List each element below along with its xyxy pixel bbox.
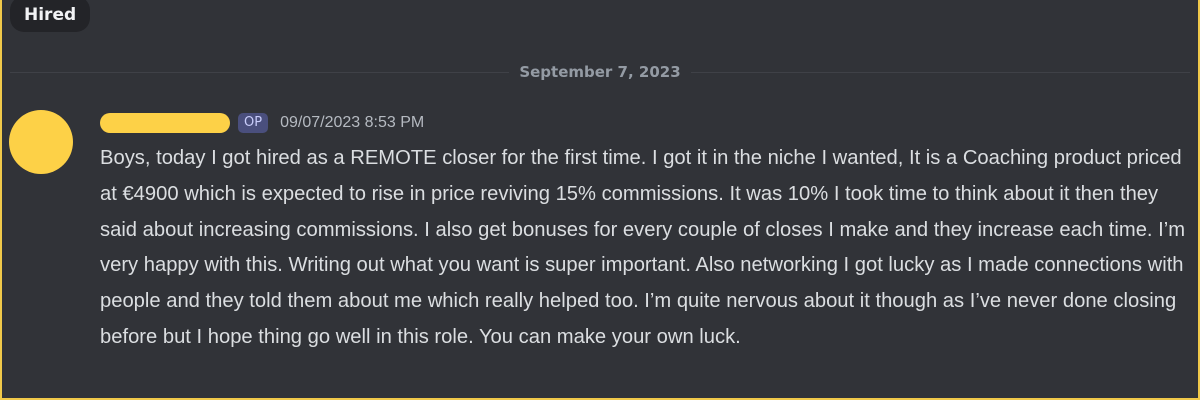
message-timestamp[interactable]: 09/07/2023 8:53 PM — [280, 114, 424, 132]
hired-tag[interactable]: Hired — [10, 0, 91, 32]
date-divider: September 7, 2023 — [2, 61, 1198, 83]
message-body: Boys, today I got hired as a REMOTE clos… — [100, 147, 1186, 348]
op-badge: OP — [238, 113, 269, 133]
avatar[interactable] — [9, 110, 73, 174]
date-divider-label: September 7, 2023 — [509, 63, 691, 81]
hired-tag-label: Hired — [24, 5, 77, 25]
username-redacted[interactable] — [100, 113, 230, 133]
message-header: OP 09/07/2023 8:53 PM — [100, 108, 424, 138]
message-panel: Hired September 7, 2023 OP 09/07/2023 8:… — [2, 0, 1198, 398]
